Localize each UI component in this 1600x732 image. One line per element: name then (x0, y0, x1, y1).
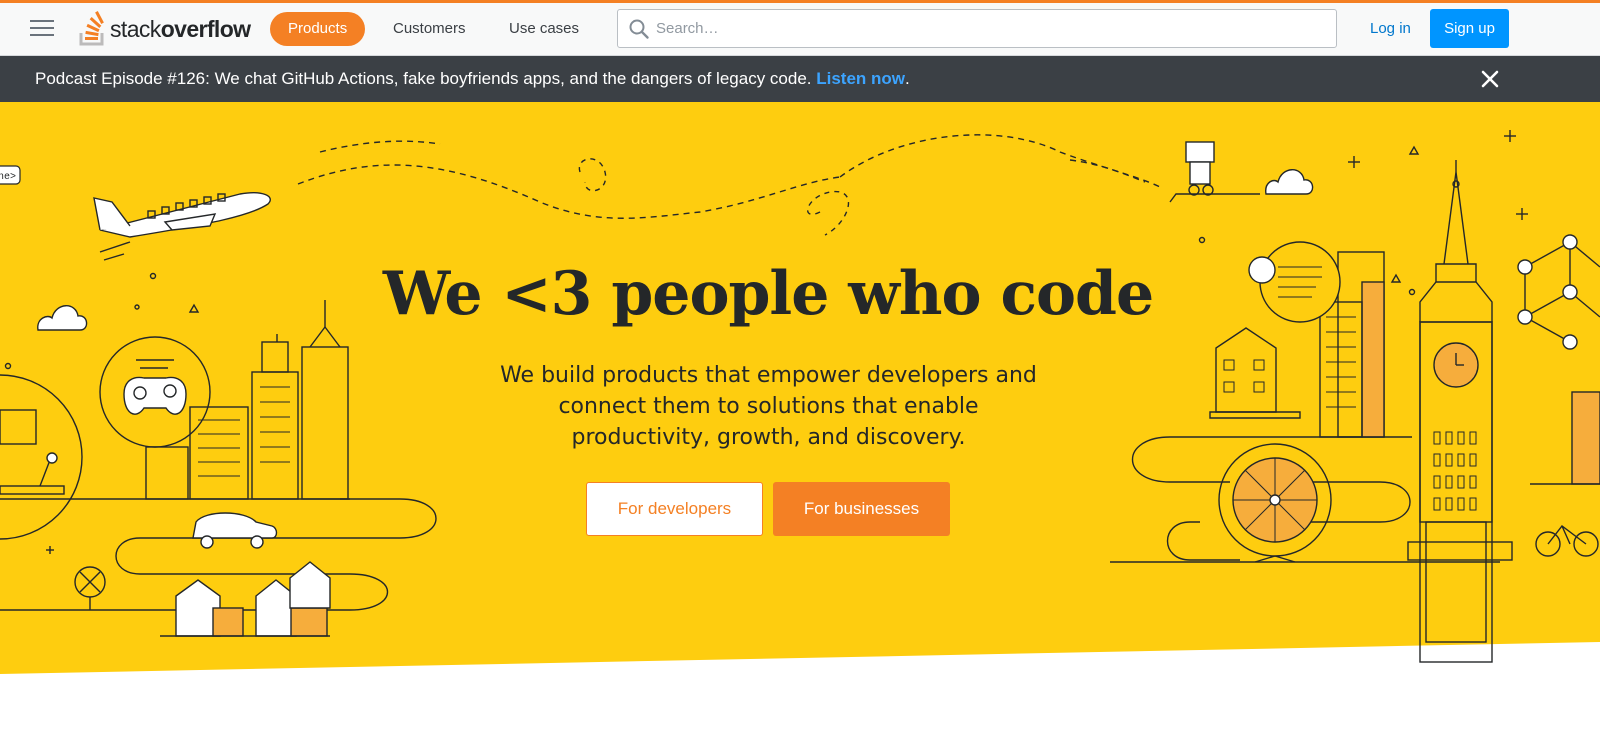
podcast-notice-banner: Podcast Episode #126: We chat GitHub Act… (0, 56, 1600, 102)
nav-use-cases[interactable]: Use cases (491, 12, 597, 46)
close-icon[interactable] (1478, 67, 1502, 91)
for-developers-button[interactable]: For developers (586, 482, 763, 536)
nav-customers[interactable]: Customers (375, 12, 484, 46)
for-businesses-button[interactable]: For businesses (773, 482, 950, 536)
notice-text: Podcast Episode #126: We chat GitHub Act… (35, 69, 817, 88)
login-link[interactable]: Log in (1362, 12, 1419, 46)
search-icon (629, 19, 649, 39)
hamburger-menu-icon[interactable] (30, 20, 54, 38)
search-box[interactable] (617, 9, 1337, 48)
hero-section: ne> We <3 people who code We build produ… (0, 102, 1600, 732)
code-tag-fragment: ne> (0, 165, 21, 185)
logo-text-light: stack (110, 15, 161, 42)
signup-button[interactable]: Sign up (1430, 9, 1509, 48)
nav-products[interactable]: Products (270, 12, 366, 46)
notice-message: Podcast Episode #126: We chat GitHub Act… (35, 69, 910, 89)
hero-subtitle: We build products that empower developer… (500, 363, 1037, 450)
stack-overflow-logo[interactable]: stackoverflow (78, 9, 251, 49)
notice-trailing-period: . (905, 69, 910, 88)
hero-title: We <3 people who code (382, 259, 1154, 329)
code-tag-label: ne> (0, 172, 16, 183)
search-input[interactable] (656, 10, 1326, 47)
stack-overflow-logo-icon (79, 11, 104, 46)
listen-now-link[interactable]: Listen now (816, 69, 905, 88)
logo-wordmark: stackoverflow (110, 15, 251, 43)
top-navigation-bar: stackoverflow Products Customers Use cas… (0, 0, 1600, 56)
logo-text-bold: overflow (160, 15, 251, 42)
